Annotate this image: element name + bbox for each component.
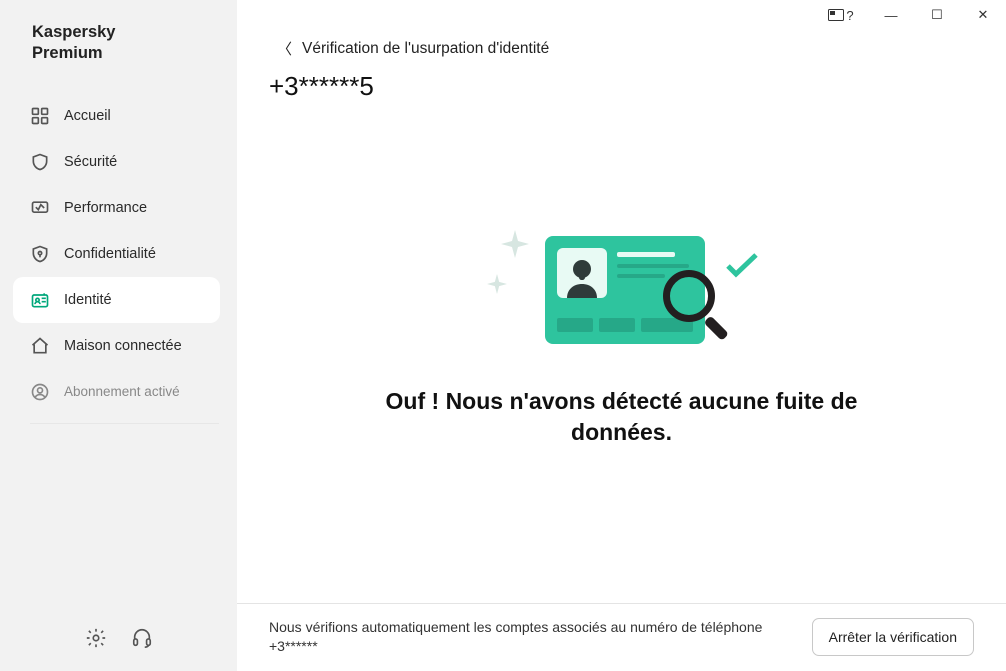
- sidebar-bottom: [0, 627, 237, 671]
- sidebar-item-accueil[interactable]: Accueil: [13, 93, 220, 139]
- sidebar-item-securite[interactable]: Sécurité: [13, 139, 220, 185]
- app-title: Kaspersky Premium: [0, 22, 237, 93]
- performance-icon: [30, 198, 50, 218]
- home-icon: [30, 106, 50, 126]
- user-icon: [30, 382, 50, 402]
- nav: Accueil Sécurité Performance Confidentia…: [0, 93, 237, 415]
- hero-title: Ouf ! Nous n'avons détecté aucune fuite …: [342, 386, 902, 448]
- stop-verification-button[interactable]: Arrêter la vérification: [812, 618, 974, 656]
- main-content: 〈 Vérification de l'usurpation d'identit…: [237, 0, 1006, 671]
- sidebar-item-maison[interactable]: Maison connectée: [13, 323, 220, 369]
- avatar-graphic: [557, 248, 607, 298]
- headset-icon: [131, 627, 153, 649]
- footer-text: Nous vérifions automatiquement les compt…: [269, 618, 762, 657]
- sidebar-item-label: Accueil: [64, 108, 111, 124]
- magnifier-graphic: [663, 270, 729, 336]
- shield-icon: [30, 152, 50, 172]
- sidebar-item-label: Maison connectée: [64, 338, 182, 354]
- app-title-line1: Kaspersky: [32, 23, 115, 41]
- chevron-left-icon: 〈: [277, 38, 292, 59]
- account-masked: +3******5: [237, 59, 1006, 102]
- sparkle-icon: [501, 230, 529, 258]
- identity-illustration: [487, 230, 757, 360]
- sidebar-item-identite[interactable]: Identité: [13, 277, 220, 323]
- sidebar-item-label: Identité: [64, 292, 112, 308]
- app-title-line2: Premium: [32, 44, 103, 62]
- sidebar-item-performance[interactable]: Performance: [13, 185, 220, 231]
- privacy-icon: [30, 244, 50, 264]
- support-button[interactable]: [131, 627, 153, 649]
- subscription-label: Abonnement activé: [64, 384, 180, 399]
- sparkle-icon: [487, 274, 507, 294]
- sidebar: Kaspersky Premium Accueil Sécurité Per: [0, 0, 237, 671]
- sidebar-item-confidentialite[interactable]: Confidentialité: [13, 231, 220, 277]
- breadcrumb-back[interactable]: 〈 Vérification de l'usurpation d'identit…: [237, 38, 1006, 59]
- checkmark-icon: [725, 252, 759, 278]
- sidebar-subscription-status: Abonnement activé: [13, 369, 220, 415]
- footer-text-line2: +3******: [269, 637, 762, 657]
- sidebar-separator: [30, 423, 219, 424]
- sidebar-item-label: Sécurité: [64, 154, 117, 170]
- settings-button[interactable]: [85, 627, 107, 649]
- footer: Nous vérifions automatiquement les compt…: [237, 603, 1006, 671]
- identity-icon: [30, 290, 50, 310]
- house-icon: [30, 336, 50, 356]
- sidebar-item-label: Confidentialité: [64, 246, 156, 262]
- gear-icon: [85, 627, 107, 649]
- breadcrumb-label: Vérification de l'usurpation d'identité: [302, 40, 549, 58]
- sidebar-item-label: Performance: [64, 200, 147, 216]
- footer-text-line1: Nous vérifions automatiquement les compt…: [269, 619, 762, 635]
- hero: Ouf ! Nous n'avons détecté aucune fuite …: [237, 230, 1006, 448]
